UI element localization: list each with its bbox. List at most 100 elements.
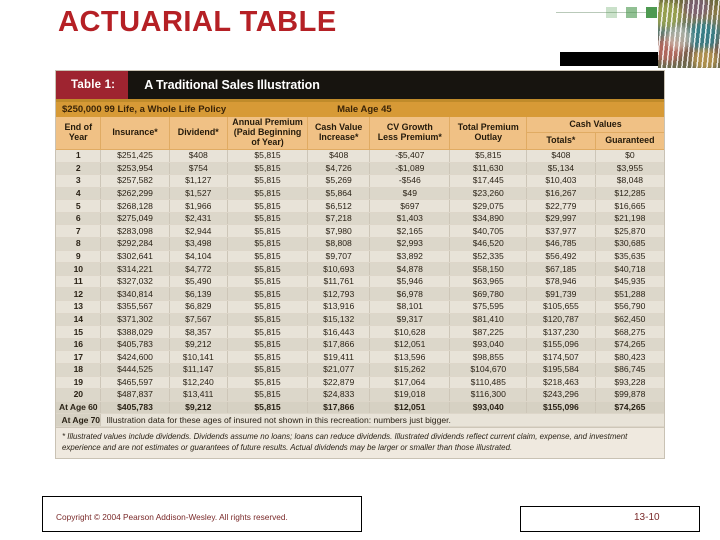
cell-value: $19,018: [369, 388, 451, 402]
cell-value: $408: [307, 149, 371, 163]
cell-value: $5,490: [169, 275, 228, 289]
cell-value: $9,212: [169, 401, 228, 415]
cell-value: $4,726: [307, 162, 371, 176]
cell-value: $10,628: [369, 325, 451, 339]
col-header-end-of-year: End of Year: [56, 117, 102, 150]
table-caption: A Traditional Sales Illustration: [144, 78, 320, 92]
header-photo-strip: [658, 0, 720, 68]
cell-value: $16,267: [526, 187, 596, 201]
cell-year: 1: [56, 149, 102, 163]
cell-value: $275,049: [100, 212, 170, 226]
cell-value: $86,745: [595, 363, 664, 377]
cell-value: $49: [369, 187, 451, 201]
cell-value: $5,815: [227, 199, 309, 213]
table-row: 15 $388,029 $8,357 $5,815 $16,443 $10,628 $87,…: [56, 325, 664, 339]
cell-value: $5,815: [227, 275, 309, 289]
cell-value: $5,815: [227, 376, 309, 390]
table-row: 6 $275,049 $2,431 $5,815 $7,218 $1,403 $34,890…: [56, 212, 664, 226]
cell-value: $5,815: [227, 338, 309, 352]
cell-value: $424,600: [100, 350, 170, 364]
cell-value: $91,739: [526, 287, 596, 302]
cell-value: $67,185: [526, 262, 596, 276]
cell-year: 20: [56, 388, 102, 402]
cell-value: $56,492: [526, 250, 596, 264]
cell-value: $8,101: [369, 300, 451, 314]
cell-value: $444,525: [100, 363, 170, 377]
cell-value: $98,855: [449, 350, 528, 364]
cell-value: $5,815: [227, 187, 309, 201]
table-row: 5 $268,128 $1,966 $5,815 $6,512 $697 $29,075 $2…: [56, 199, 664, 213]
cell-age-70-note: Illustration data for these ages of insu…: [100, 413, 664, 427]
policy-subbar-wrap: $250,000 99 Life, a Whole Life Policy Ma…: [56, 102, 664, 117]
cell-value: $6,512: [307, 199, 371, 213]
cell-year: 9: [56, 250, 102, 264]
table-title-bar: Table 1: A Traditional Sales Illustratio…: [56, 71, 664, 99]
cell-value: $1,527: [169, 187, 228, 201]
cell-value: $251,425: [100, 149, 170, 163]
cell-value: $174,507: [526, 350, 596, 364]
cell-value: $93,228: [595, 376, 664, 390]
cell-value: $62,450: [595, 313, 664, 327]
cell-value: $21,077: [307, 363, 371, 377]
col-header-cash-values-totals: Totals*: [526, 132, 596, 150]
cell-value: $10,403: [526, 174, 596, 188]
slide-number: 13-10: [634, 512, 660, 523]
cell-value: $5,815: [227, 250, 309, 264]
col-header-cv-growth: CV Growth Less Premium*: [369, 117, 451, 150]
table-row: 1 $251,425 $408 $5,815 $408 -$5,407 $5,815 $408…: [56, 149, 664, 163]
cell-year: 11: [56, 275, 102, 289]
table-row: 9 $302,641 $4,104 $5,815 $9,707 $3,892 $52,335…: [56, 250, 664, 264]
cell-value: $34,890: [449, 212, 528, 226]
cell-year: 10: [56, 262, 102, 276]
table-row-at-age-60: At Age 60 $405,783 $9,212 $5,815 $17,866 $12,…: [56, 401, 664, 415]
cell-value: $13,411: [169, 388, 228, 402]
cell-value: $25,870: [595, 224, 664, 239]
cell-value: $7,218: [307, 212, 371, 226]
cell-value: $5,815: [227, 401, 309, 415]
cell-value: -$5,407: [369, 149, 451, 163]
col-header-dividend: Dividend*: [169, 117, 228, 150]
cell-value: $6,829: [169, 300, 228, 314]
cell-value: $371,302: [100, 313, 170, 327]
copyright-text: Copyright © 2004 Pearson Addison-Wesley.…: [56, 512, 288, 522]
table-number-badge: Table 1:: [56, 71, 129, 99]
cell-value: $3,955: [595, 162, 664, 176]
cell-age-label: At Age 70: [56, 413, 102, 427]
cell-value: $116,300: [449, 388, 528, 402]
cell-value: $292,284: [100, 237, 170, 251]
cell-value: $5,815: [227, 212, 309, 226]
cell-year: 7: [56, 224, 102, 239]
cell-value: $2,993: [369, 237, 451, 251]
cell-value: $314,221: [100, 262, 170, 276]
cell-value: $51,288: [595, 287, 664, 302]
cell-value: $56,790: [595, 300, 664, 314]
cell-year: 12: [56, 287, 102, 302]
cell-value: $99,878: [595, 388, 664, 402]
cell-value: $46,785: [526, 237, 596, 251]
illustration-table: End of Year Insurance* Dividend* Annual …: [56, 117, 664, 427]
cell-value: $5,815: [227, 350, 309, 364]
cell-value: $155,096: [526, 401, 596, 415]
cell-value: $12,051: [369, 401, 451, 415]
cell-value: $4,878: [369, 262, 451, 276]
decoration-black-bar: [560, 52, 658, 66]
table-row: 11 $327,032 $5,490 $5,815 $11,761 $5,946 $63,9…: [56, 275, 664, 289]
cell-value: $52,335: [449, 250, 528, 264]
actuarial-table-card: Table 1: A Traditional Sales Illustratio…: [55, 70, 665, 460]
cell-value: $11,630: [449, 162, 528, 176]
cell-value: $5,815: [227, 300, 309, 314]
cell-value: $257,582: [100, 174, 170, 188]
cell-year: 3: [56, 174, 102, 188]
cell-value: $2,165: [369, 224, 451, 239]
cell-value: $340,814: [100, 287, 170, 302]
cell-value: $408: [526, 149, 596, 163]
cell-value: $327,032: [100, 275, 170, 289]
table-row: 13 $355,567 $6,829 $5,815 $13,916 $8,101 $75,5…: [56, 300, 664, 314]
table-footnote: * Illustrated values include dividends. …: [56, 426, 664, 459]
cell-value: $697: [369, 199, 451, 213]
cell-value: $17,064: [369, 376, 451, 390]
cell-year: 6: [56, 212, 102, 226]
table-row: 18 $444,525 $11,147 $5,815 $21,077 $15,262 $10…: [56, 363, 664, 377]
cell-value: $5,815: [227, 237, 309, 251]
decoration-square-3-icon: [646, 7, 657, 18]
